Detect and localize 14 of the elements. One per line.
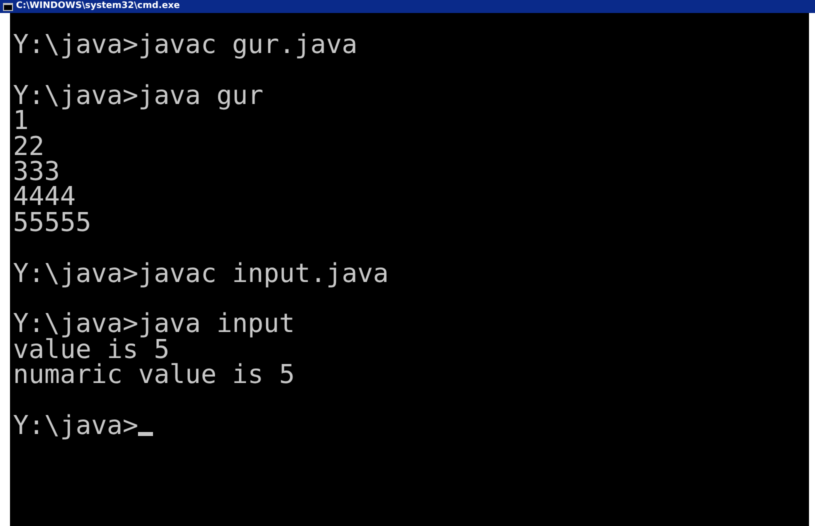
console-line: value is 5 bbox=[13, 338, 170, 364]
console-line: 55555 bbox=[13, 210, 92, 236]
console-line: numaric value is 5 bbox=[13, 363, 295, 388]
console-line: Y:\java>java input bbox=[13, 312, 295, 338]
console-icon bbox=[3, 2, 13, 10]
window-title: C:\WINDOWS\system32\cmd.exe bbox=[16, 0, 180, 13]
console-line: 22 bbox=[13, 134, 44, 160]
console-line: Y:\java> bbox=[13, 414, 138, 440]
console-line: 4444 bbox=[13, 185, 76, 211]
console-line: Y:\java>javac input.java bbox=[13, 262, 389, 287]
console-line: 333 bbox=[13, 160, 60, 186]
console-line: Y:\java>javac gur.java bbox=[13, 32, 358, 58]
console-line: 1 bbox=[13, 109, 29, 135]
console-line: Y:\java>java gur bbox=[13, 84, 264, 110]
